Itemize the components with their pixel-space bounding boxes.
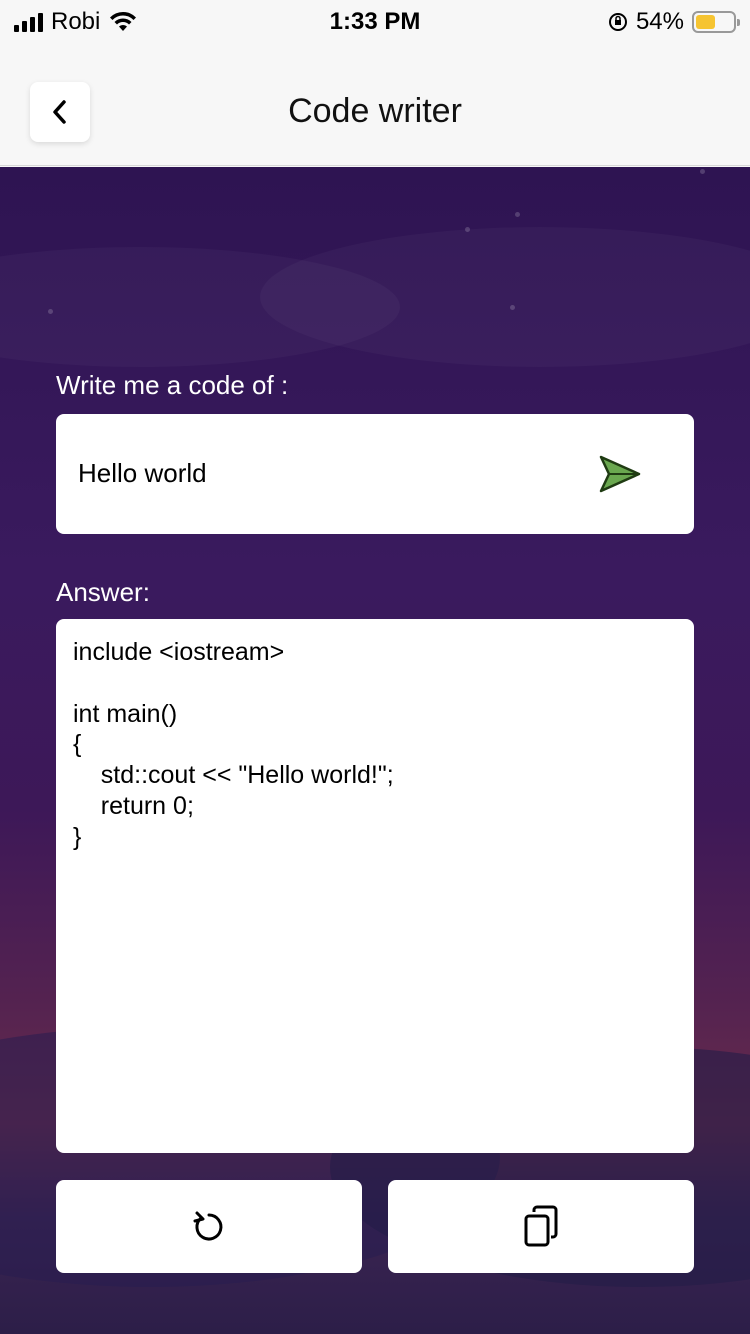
battery-fill: [696, 15, 716, 29]
background-star: [515, 212, 520, 217]
nav-bar: Code writer: [0, 40, 750, 166]
background-star: [700, 169, 705, 174]
prompt-label: Write me a code of :: [56, 370, 289, 400]
prompt-field[interactable]: Hello world: [56, 414, 694, 534]
reset-button[interactable]: [56, 1180, 362, 1273]
battery-percent: 54%: [635, 8, 684, 35]
rotation-lock-icon: [608, 13, 627, 31]
background-star: [510, 305, 515, 310]
background-star: [48, 309, 53, 314]
send-button[interactable]: [598, 454, 642, 494]
page-title: Code writer: [288, 92, 462, 130]
answer-label: Answer:: [56, 577, 150, 607]
refresh-icon: [193, 1211, 223, 1240]
send-icon: [599, 455, 641, 493]
copy-button[interactable]: [388, 1180, 694, 1273]
battery-icon: [692, 11, 740, 33]
prompt-input[interactable]: Hello world: [78, 458, 207, 489]
status-bar: Robi 1:33 PM 54%: [0, 0, 750, 40]
main-content: Write me a code of : Hello world Answer:…: [0, 167, 750, 1334]
answer-box[interactable]: include <iostream> int main() { std::cou…: [56, 619, 694, 1153]
background-star: [465, 227, 470, 232]
status-right: 54%: [608, 8, 740, 36]
copy-icon: [524, 1205, 558, 1246]
answer-code: include <iostream> int main() { std::cou…: [73, 638, 394, 851]
